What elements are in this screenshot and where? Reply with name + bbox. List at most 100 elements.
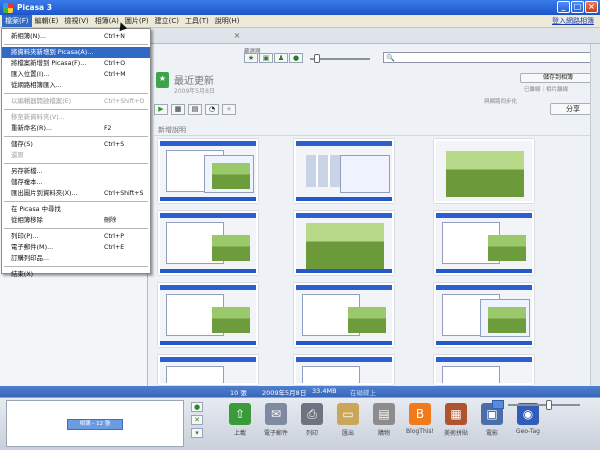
thumbnail[interactable]	[158, 283, 258, 347]
star-folder-icon[interactable]: ★	[222, 104, 236, 115]
file-menu-item-shortcut: Ctrl+Shift+S	[104, 190, 144, 197]
file-menu-item[interactable]: 從相簿移除 刪除	[2, 215, 150, 226]
file-menu-item-label: 從相簿移除	[11, 216, 43, 224]
file-menu-item-shortcut: Ctrl+P	[104, 233, 124, 240]
tray-selection[interactable]: 相簿 - 12 張	[67, 419, 123, 430]
uploaded-filter-icon[interactable]: ▣	[259, 53, 273, 63]
menu-help[interactable]: 說明(H)	[212, 15, 243, 27]
date-filter-slider-knob[interactable]	[314, 54, 320, 63]
minimize-button[interactable]: _	[557, 1, 570, 13]
zoom-slider[interactable]	[508, 404, 580, 406]
file-menu-item[interactable]: 從網路相簿匯入...	[2, 80, 150, 91]
tool-button--[interactable]: ⎙ 列印	[294, 400, 330, 448]
close-tab-icon[interactable]: ×	[232, 31, 242, 40]
hold-icon[interactable]: ●	[191, 402, 203, 412]
save-to-album-button[interactable]: 儲存到相簿	[520, 73, 596, 83]
menu-separator	[4, 201, 148, 202]
tool-button--[interactable]: ▤ 購物	[366, 400, 402, 448]
photo-tray: 相簿 - 12 張	[6, 400, 184, 447]
folder-star-icon: ★	[156, 72, 169, 88]
file-menu-item-label: 匯入位置(I)...	[11, 70, 50, 78]
thumbnail[interactable]	[434, 283, 534, 347]
menu-tools[interactable]: 工具(T)	[182, 15, 212, 27]
tool-icon: ▦	[445, 403, 467, 425]
people-filter-icon[interactable]: ♟	[274, 53, 288, 63]
tool-label: 電子郵件	[263, 430, 288, 437]
collage-icon[interactable]: ▦	[171, 104, 185, 115]
movie-icon[interactable]: ▤	[188, 104, 202, 115]
file-menu-item[interactable]: 在 Picasa 中尋找	[2, 204, 150, 215]
timeline-icon[interactable]: ◔	[205, 104, 219, 115]
menu-separator	[4, 44, 148, 45]
file-menu-item-shortcut: 刪除	[104, 217, 117, 224]
picasa-app-icon	[3, 2, 13, 13]
menu-view[interactable]: 檢視(V)	[61, 15, 91, 27]
file-menu-item[interactable]: 將資料夾新增到 Picasa(A)...	[2, 47, 150, 58]
thumbnail[interactable]	[434, 139, 534, 203]
file-menu-item-label: 另存新檔...	[11, 167, 43, 175]
file-menu-item-label: 訂購列印品...	[11, 254, 50, 262]
file-menu-item[interactable]: 新相簿(N)... Ctrl+N	[2, 31, 150, 42]
tray-controls: ● ✕ ▾	[188, 402, 206, 444]
search-icon: 🔍	[386, 54, 395, 62]
file-menu-item[interactable]: 另存新檔...	[2, 166, 150, 177]
close-button[interactable]: ×	[585, 1, 598, 13]
tool-icon: ⎙	[301, 403, 323, 425]
maximize-button[interactable]: □	[571, 1, 584, 13]
file-menu-item[interactable]: 重新命名(R)... F2	[2, 123, 150, 134]
file-menu-item[interactable]: 訂購列印品...	[2, 253, 150, 264]
tool-icon: ✉	[265, 403, 287, 425]
filter-group: ★ ▣ ♟ ●	[244, 53, 303, 63]
tool-label: Geo-Tag	[516, 428, 540, 435]
file-menu-item[interactable]: 匯入位置(I)... Ctrl+M	[2, 69, 150, 80]
menu-create[interactable]: 建立(C)	[152, 15, 182, 27]
file-menu-item[interactable]: 將檔案新增到 Picasa(F)... Ctrl+O	[2, 58, 150, 69]
search-input[interactable]: 🔍	[383, 52, 595, 63]
thumbnail[interactable]	[158, 211, 258, 275]
thumbnail[interactable]	[294, 283, 394, 347]
menu-separator	[4, 266, 148, 267]
thumbnail[interactable]	[158, 355, 258, 385]
thumbnail[interactable]	[434, 211, 534, 275]
tool-icon: ⇧	[229, 403, 251, 425]
menu-edit[interactable]: 編輯(E)	[32, 15, 62, 27]
file-menu-item-label: 結束(X)	[11, 270, 34, 278]
add-caption[interactable]: 新增說明	[158, 125, 186, 135]
thumbnail[interactable]	[294, 355, 394, 385]
file-menu-item-shortcut: Ctrl+S	[104, 141, 125, 148]
file-menu-item[interactable]: 儲存複本...	[2, 177, 150, 188]
tool-button-geo-tag[interactable]: ◉ Geo-Tag	[510, 400, 546, 448]
thumbnail[interactable]	[294, 139, 394, 203]
zoom-slider-knob[interactable]	[546, 400, 552, 410]
tool-icon: B	[409, 403, 431, 425]
sign-in-link[interactable]: 登入網路相簿	[552, 15, 594, 27]
file-menu-item[interactable]: 列印(P)... Ctrl+P	[2, 231, 150, 242]
menu-file[interactable]: 檔案(F)	[2, 15, 32, 27]
slideshow-icon[interactable]: ▶	[154, 104, 168, 115]
geotag-filter-icon[interactable]: ●	[289, 53, 303, 63]
file-menu-item[interactable]: 匯出圖片到資料夾(X)... Ctrl+Shift+S	[2, 188, 150, 199]
file-menu-item[interactable]: 結束(X)	[2, 269, 150, 280]
file-menu-item-label: 還原	[11, 151, 24, 159]
menu-separator	[4, 136, 148, 137]
thumbnail[interactable]	[294, 211, 394, 275]
file-menu-item[interactable]: 電子郵件(M)... Ctrl+E	[2, 242, 150, 253]
status-bar: 10 張 2009年5月8日 33.4MB 在磁碟上	[0, 386, 600, 397]
thumbnail[interactable]	[434, 355, 534, 385]
star-filter-icon[interactable]: ★	[244, 53, 258, 63]
tool-button--[interactable]: ✉ 電子郵件	[258, 400, 294, 448]
add-to-album-icon[interactable]: ▾	[191, 428, 203, 438]
offline-status: 已離線｜相片離線	[524, 87, 569, 93]
content-scrollbar[interactable]	[590, 44, 600, 386]
menu-picture[interactable]: 圖片(P)	[122, 15, 152, 27]
tool-button--[interactable]: ⇧ 上載	[222, 400, 258, 448]
file-menu-item-label: 將檔案新增到 Picasa(F)...	[11, 59, 87, 67]
content-area: × 篩選器 ★ ▣ ♟ ● 🔍 ★ 最近更新 2009年5月8日 儲存到相簿 已…	[148, 28, 600, 386]
file-menu-item[interactable]: 儲存(S) Ctrl+S	[2, 139, 150, 150]
clear-icon[interactable]: ✕	[191, 415, 203, 425]
tool-icon: ▤	[373, 403, 395, 425]
thumbnail[interactable]	[158, 139, 258, 203]
tool-button-blogthis-[interactable]: B BlogThis!	[402, 400, 438, 448]
tool-button--[interactable]: ▦ 美術拼貼	[438, 400, 474, 448]
tool-button--[interactable]: ▭ 匯出	[330, 400, 366, 448]
